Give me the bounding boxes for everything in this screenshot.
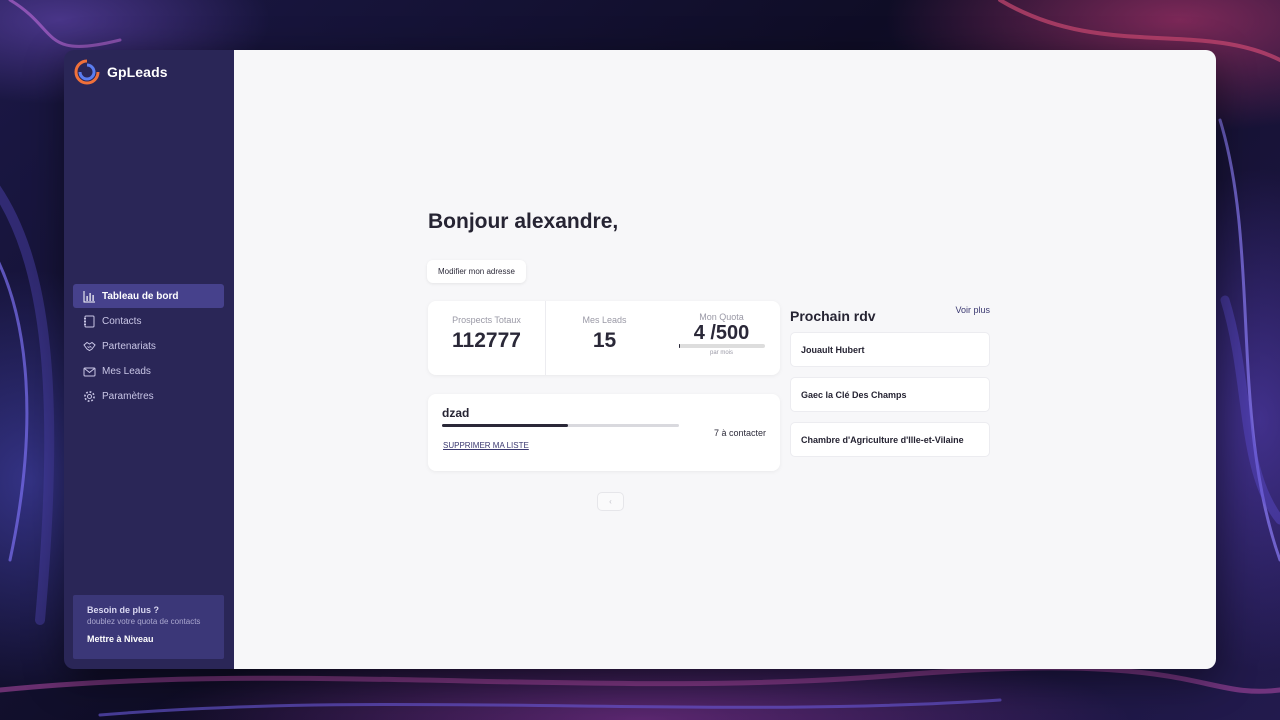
upgrade-subtitle: doublez votre quota de contacts <box>87 617 201 626</box>
stat-leads: Mes Leads 15 <box>545 301 663 375</box>
appointment-item[interactable]: Gaec la Clé Des Champs <box>790 377 990 412</box>
list-name: dzad <box>442 406 470 420</box>
sidebar-item-label: Partenariats <box>102 340 156 352</box>
greeting-title: Bonjour alexandre, <box>428 210 619 233</box>
app-window: GpLeads Tableau de bord Contacts Partena… <box>64 50 1216 669</box>
edit-address-button[interactable]: Modifier mon adresse <box>427 260 526 283</box>
sidebar: GpLeads Tableau de bord Contacts Partena… <box>64 50 234 669</box>
lead-list-card[interactable]: dzad 7 à contacter SUPPRIMER MA LISTE <box>428 394 780 471</box>
sidebar-item-label: Paramètres <box>102 390 154 402</box>
list-progress-fill <box>442 424 568 427</box>
upgrade-button[interactable]: Mettre à Niveau <box>87 634 210 644</box>
sidebar-item-label: Mes Leads <box>102 365 151 377</box>
appointments-list: Jouault Hubert Gaec la Clé Des Champs Ch… <box>790 332 990 467</box>
list-count: 7 à contacter <box>713 428 766 438</box>
sidebar-item-label: Contacts <box>102 315 142 327</box>
sidebar-item-parametres[interactable]: Paramètres <box>73 384 224 408</box>
stat-value: 4 /500 <box>693 322 750 344</box>
sidebar-item-label: Tableau de bord <box>102 290 179 302</box>
delete-list-link[interactable]: SUPPRIMER MA LISTE <box>443 441 529 450</box>
quota-subtitle: par mois <box>709 350 733 356</box>
brand[interactable]: GpLeads <box>74 59 168 85</box>
list-progress-bar <box>442 424 679 427</box>
see-more-link[interactable]: Voir plus <box>955 305 990 315</box>
stat-label: Mes Leads <box>582 315 627 325</box>
stat-value: 112777 <box>452 329 521 352</box>
upgrade-card: Besoin de plus ? doublez votre quota de … <box>73 595 224 659</box>
gear-icon <box>84 390 95 402</box>
quota-progress-fill <box>678 344 681 348</box>
mail-icon <box>83 367 96 376</box>
sidebar-item-tableau-de-bord[interactable]: Tableau de bord <box>73 284 224 308</box>
stat-label: Mon Quota <box>699 312 744 322</box>
next-appointments: Prochain rdv Voir plus Jouault Hubert Ga… <box>790 305 990 457</box>
gpleads-logo-icon <box>74 59 100 85</box>
stat-quota: Mon Quota 4 /500 par mois <box>663 301 780 375</box>
sidebar-item-contacts[interactable]: Contacts <box>73 309 224 333</box>
stats-card: Prospects Totaux 112777 Mes Leads 15 Mon… <box>428 301 780 375</box>
upgrade-title: Besoin de plus ? <box>87 605 160 615</box>
sidebar-nav: Tableau de bord Contacts Partenariats Me… <box>73 284 224 409</box>
appointment-item[interactable]: Chambre d'Agriculture d'Ille-et-Vilaine <box>790 422 990 457</box>
pagination-prev-button[interactable]: ‹ <box>597 492 624 511</box>
appointment-item[interactable]: Jouault Hubert <box>790 332 990 367</box>
bar-chart-icon <box>83 290 95 302</box>
handshake-icon <box>83 341 96 351</box>
stat-label: Prospects Totaux <box>452 315 521 325</box>
stat-value: 15 <box>592 329 617 352</box>
sidebar-item-partenariats[interactable]: Partenariats <box>73 334 224 358</box>
main-content: Bonjour alexandre, Modifier mon adresse … <box>234 50 1216 669</box>
brand-name: GpLeads <box>107 64 168 80</box>
sidebar-item-mes-leads[interactable]: Mes Leads <box>73 359 224 383</box>
stat-prospects: Prospects Totaux 112777 <box>428 301 545 375</box>
quota-progress-bar <box>678 344 765 348</box>
address-book-icon <box>84 315 95 327</box>
